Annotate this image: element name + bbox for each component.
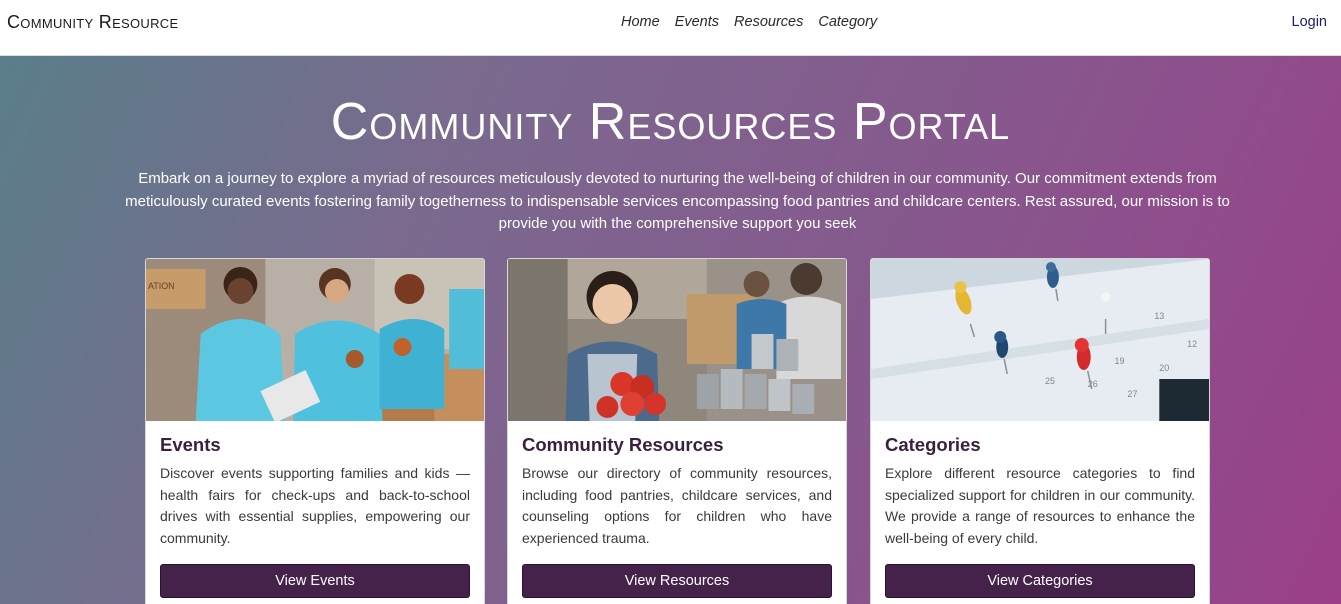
nav-link-events[interactable]: Events [675, 14, 719, 30]
hero-description: Embark on a journey to explore a myriad … [125, 170, 1230, 232]
events-volunteers-image: ATION [146, 259, 484, 421]
page-title: Community Resources Portal [330, 93, 1011, 151]
view-categories-button[interactable]: View Categories [885, 564, 1195, 598]
view-resources-button[interactable]: View Resources [522, 564, 832, 598]
box-label: ATION [148, 281, 175, 291]
nav-links: Home Events Resources Category [621, 14, 877, 30]
hero-section: Community Resources Portal Embark on a j… [0, 56, 1341, 604]
card-description: Explore different resource categories to… [885, 465, 1195, 547]
calendar-number: 12 [1187, 339, 1197, 349]
card-title: Events [160, 434, 221, 455]
card-events: ATION Events Discover events supporting … [145, 258, 485, 604]
food-pantry-image [508, 259, 846, 421]
login-link[interactable]: Login [1292, 14, 1327, 30]
calendar-number: 20 [1159, 363, 1169, 373]
navbar: Community Resource Home Events Resources… [0, 0, 1341, 56]
calendar-number: 25 [1045, 376, 1055, 386]
card-categories: 13 12 19 20 25 27 26 Categories Explore … [870, 258, 1210, 604]
nav-link-resources[interactable]: Resources [734, 14, 803, 30]
nav-link-home[interactable]: Home [621, 14, 660, 30]
nav-link-category[interactable]: Category [818, 14, 877, 30]
calendar-number: 19 [1115, 356, 1125, 366]
calendar-pins-image: 13 12 19 20 25 27 26 [871, 259, 1209, 421]
view-events-button[interactable]: View Events [160, 564, 470, 598]
card-community-resources: Community Resources Browse our directory… [507, 258, 847, 604]
brand-logo-link[interactable]: Community Resource [7, 12, 178, 33]
calendar-number: 27 [1127, 389, 1137, 399]
card-description: Browse our directory of community resour… [522, 465, 832, 547]
card-title: Community Resources [522, 434, 724, 455]
card-description: Discover events supporting families and … [160, 465, 470, 547]
card-title: Categories [885, 434, 981, 455]
calendar-number: 13 [1154, 311, 1164, 321]
